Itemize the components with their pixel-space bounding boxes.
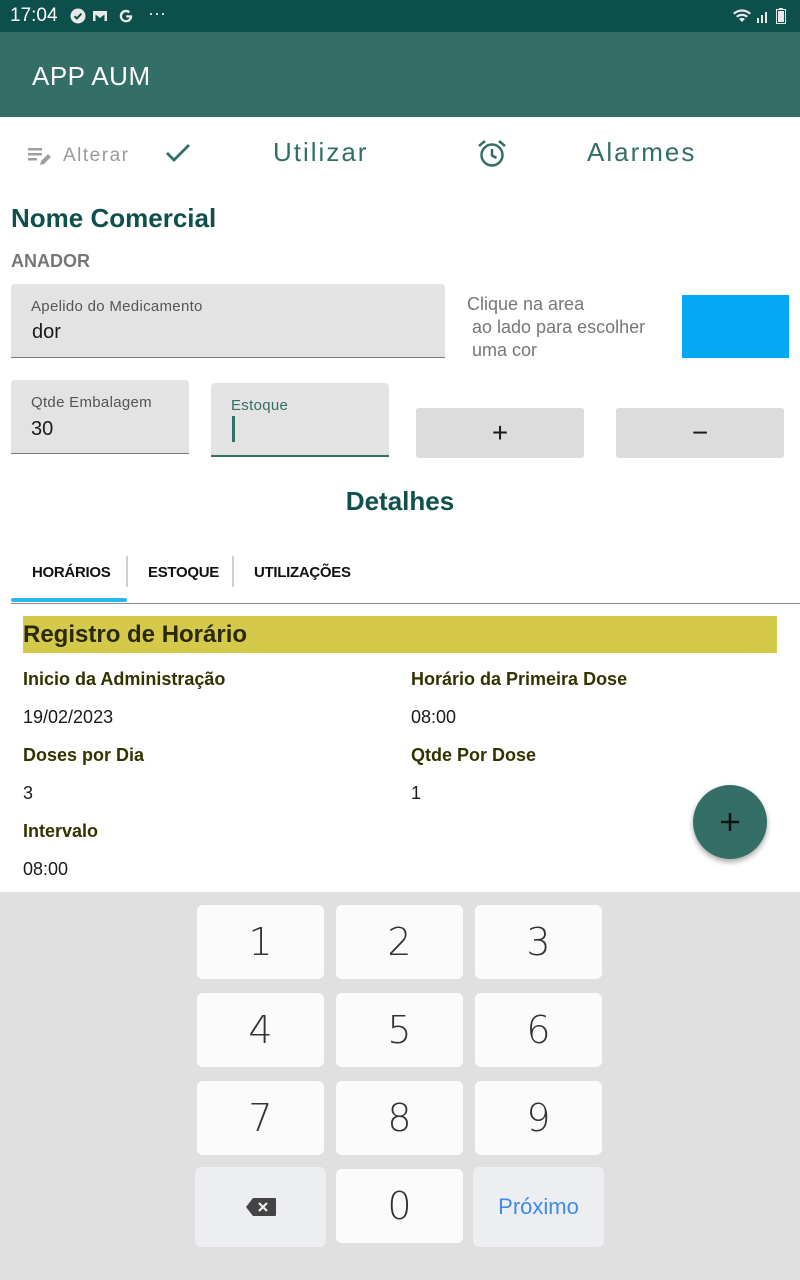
numeric-keyboard: 1 2 3 4 5 6 7 8 9 0 Próximo xyxy=(0,892,800,1280)
key-9[interactable]: 9 xyxy=(475,1081,602,1155)
tab-horarios-label: HORÁRIOS xyxy=(32,564,111,581)
key-8[interactable]: 8 xyxy=(336,1081,463,1155)
interval-label: Intervalo xyxy=(23,821,99,841)
google-icon xyxy=(119,9,133,23)
backspace-icon xyxy=(245,1198,276,1216)
start-label: Inicio da Administração xyxy=(23,669,226,689)
alarm-clock-icon[interactable] xyxy=(476,137,508,169)
color-picker-swatch[interactable] xyxy=(682,295,789,358)
battery-icon xyxy=(776,8,786,24)
card-header: Registro de Horário xyxy=(23,616,777,653)
plus-icon xyxy=(721,813,739,831)
more-notifications: ··· xyxy=(148,3,166,23)
tab-indicator xyxy=(11,598,127,602)
doses-label: Doses por Dia xyxy=(23,745,145,765)
wifi-icon xyxy=(733,9,751,22)
minus-button[interactable]: − xyxy=(616,408,784,458)
estoque-label: Estoque xyxy=(231,397,289,414)
qty-embalagem-label: Qtde Embalagem xyxy=(31,394,152,411)
nickname-value: dor xyxy=(32,321,61,343)
alterar-label: Alterar xyxy=(63,145,130,166)
key-3[interactable]: 3 xyxy=(475,905,602,979)
key-1[interactable]: 1 xyxy=(197,905,324,979)
details-title: Detalhes xyxy=(345,486,455,516)
card-title: Registro de Horário xyxy=(23,621,248,648)
backspace-key[interactable] xyxy=(195,1167,326,1247)
app-title: APP AUM xyxy=(32,61,151,91)
commercial-name: ANADOR xyxy=(11,251,90,271)
nickname-field[interactable]: Apelido do Medicamento dor xyxy=(11,284,445,358)
edit-note-icon xyxy=(28,148,51,165)
check-icon[interactable] xyxy=(164,140,192,166)
color-hint-line-2: ao lado para escolher xyxy=(472,317,646,337)
start-value: 19/02/2023 xyxy=(23,707,114,727)
tab-horarios[interactable]: HORÁRIOS xyxy=(11,556,127,603)
key-7[interactable]: 7 xyxy=(197,1081,324,1155)
section-title-nome-comercial: Nome Comercial xyxy=(11,203,217,233)
first-dose-label: Horário da Primeira Dose xyxy=(411,669,628,689)
status-time: 17:04 xyxy=(10,5,58,26)
tab-utilizacoes[interactable]: UTILIZAÇÕES xyxy=(234,556,364,603)
tab-estoque[interactable]: ESTOQUE xyxy=(128,556,232,603)
qty-embalagem-field[interactable]: Qtde Embalagem 30 xyxy=(11,380,189,454)
color-hint-line-1: Clique na area xyxy=(467,294,585,314)
key-5[interactable]: 5 xyxy=(336,993,463,1067)
qty-embalagem-value: 30 xyxy=(31,418,54,440)
qty-dose-label: Qtde Por Dose xyxy=(411,745,537,765)
check-circle-icon xyxy=(70,8,86,24)
color-hint-line-3: uma cor xyxy=(472,340,538,360)
utilizar-button[interactable]: Utilizar xyxy=(273,137,368,168)
doses-value: 3 xyxy=(23,783,34,803)
alarmes-button[interactable]: Alarmes xyxy=(587,137,696,168)
first-dose-value: 08:00 xyxy=(411,707,457,727)
signal-icon xyxy=(757,12,767,23)
tabs-underline xyxy=(11,603,800,604)
key-0[interactable]: 0 xyxy=(336,1169,463,1243)
nickname-label: Apelido do Medicamento xyxy=(31,298,203,315)
add-fab-button[interactable] xyxy=(693,785,767,859)
key-2[interactable]: 2 xyxy=(336,905,463,979)
tab-utilizacoes-label: UTILIZAÇÕES xyxy=(254,564,351,581)
key-6[interactable]: 6 xyxy=(475,993,602,1067)
next-key[interactable]: Próximo xyxy=(473,1167,604,1247)
plus-button[interactable]: + xyxy=(416,408,584,458)
text-cursor xyxy=(232,416,235,442)
color-hint: Clique na area ao lado para escolher uma… xyxy=(467,293,645,362)
qty-dose-value: 1 xyxy=(411,783,422,803)
key-4[interactable]: 4 xyxy=(197,993,324,1067)
app-bar: APP AUM xyxy=(0,32,800,117)
status-bar: 17:04 ··· xyxy=(0,0,800,32)
interval-value: 08:00 xyxy=(23,859,69,879)
gmail-icon xyxy=(93,11,107,21)
tab-estoque-label: ESTOQUE xyxy=(148,564,219,581)
estoque-field[interactable]: Estoque xyxy=(211,383,389,457)
alterar-button[interactable]: Alterar xyxy=(26,140,136,172)
